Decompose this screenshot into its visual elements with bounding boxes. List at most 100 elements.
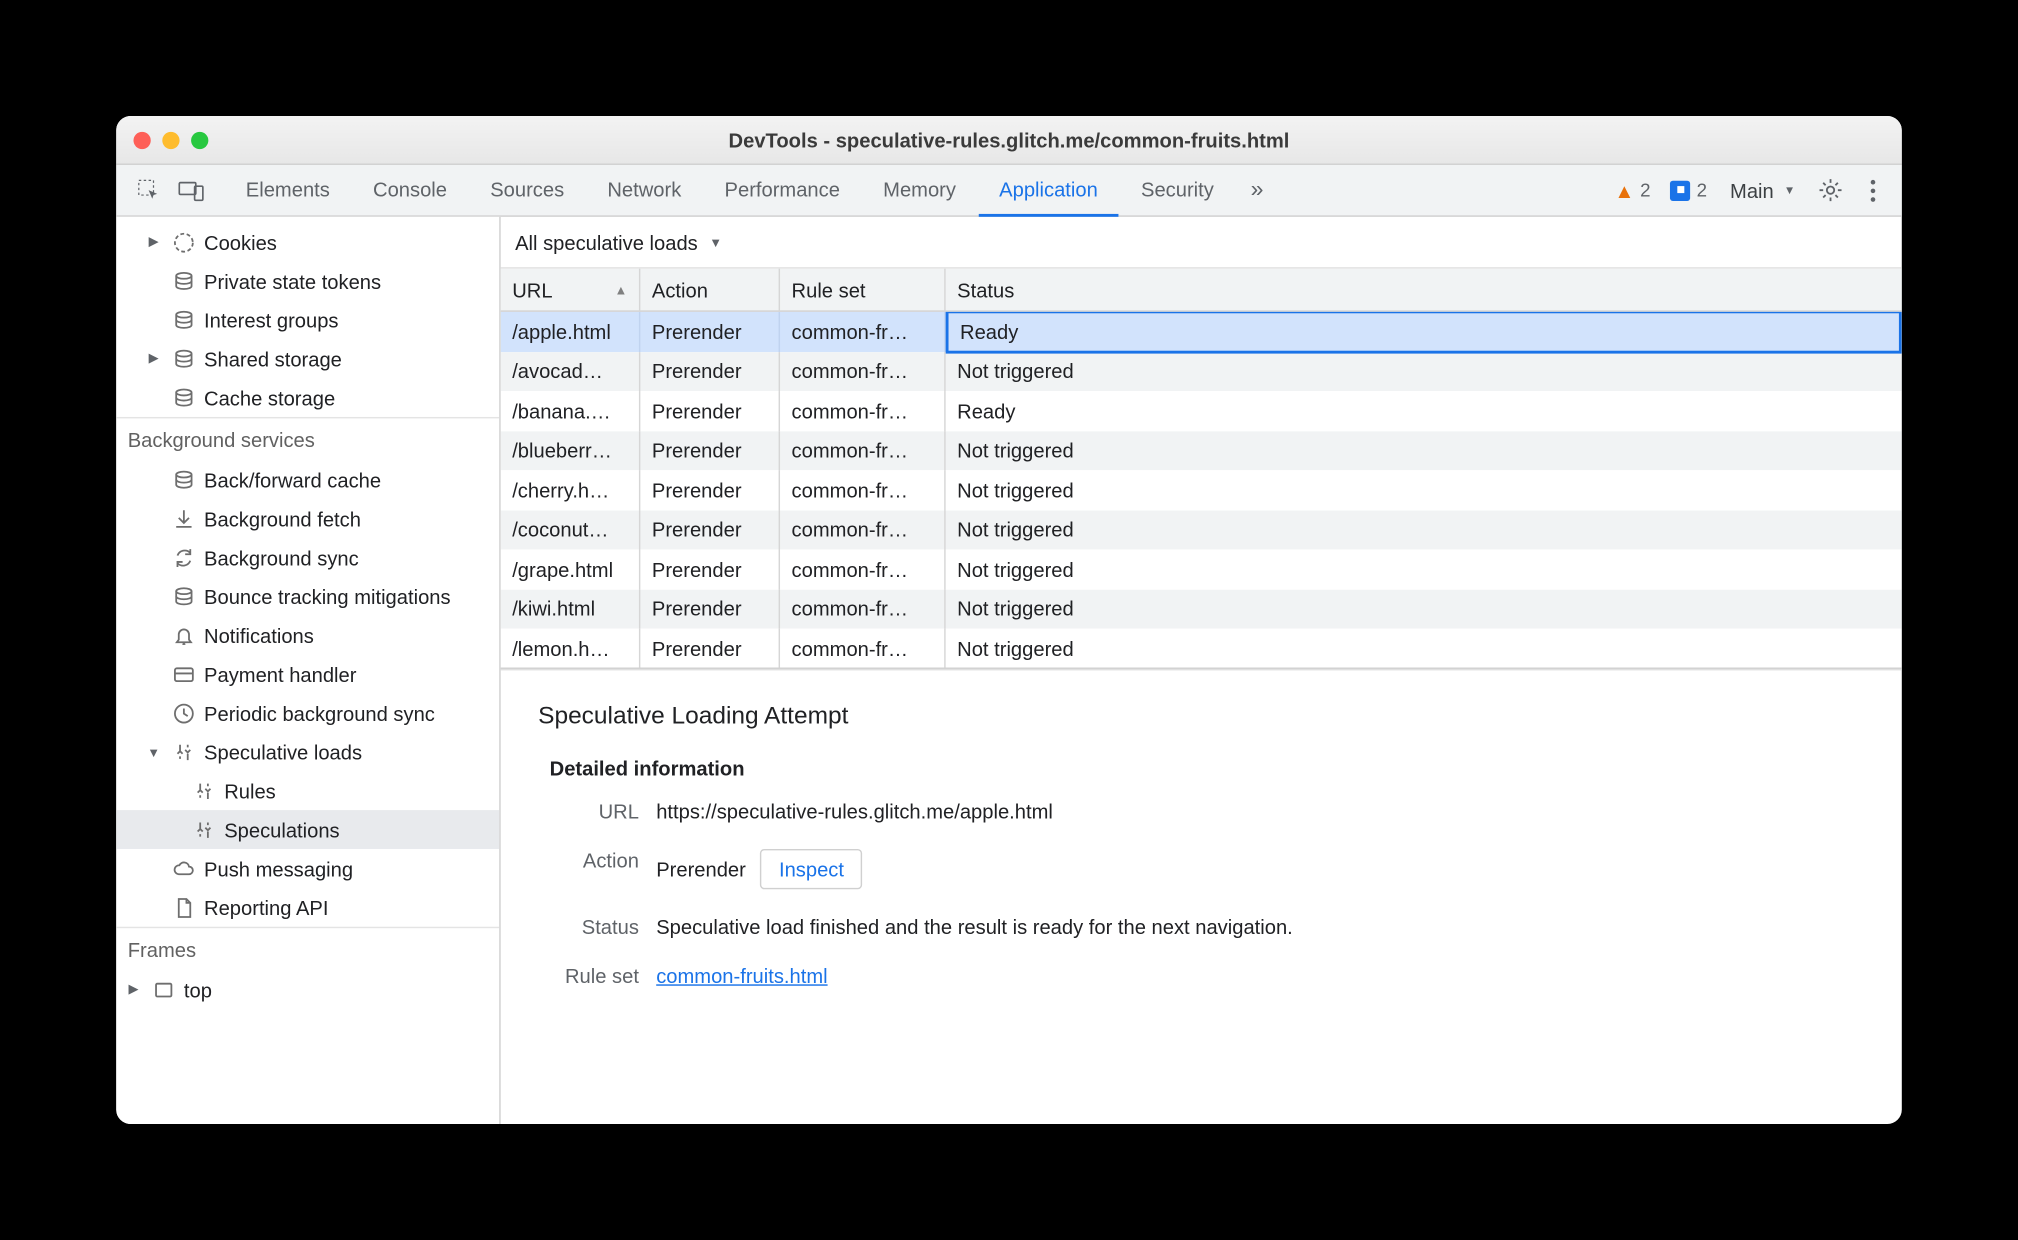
table-row[interactable]: /banana.…Prerendercommon-fr…Ready — [501, 391, 1902, 431]
table-row[interactable]: /apple.htmlPrerendercommon-fr…Ready — [501, 312, 1902, 352]
db-icon — [171, 584, 195, 608]
close-icon[interactable] — [133, 131, 150, 148]
sidebar-item[interactable]: ▼Speculative loads — [116, 732, 499, 771]
table-row[interactable]: /kiwi.htmlPrerendercommon-fr…Not trigger… — [501, 589, 1902, 629]
table-row[interactable]: /avocad…Prerendercommon-fr…Not triggered — [501, 351, 1902, 391]
table-row[interactable]: /coconut…Prerendercommon-fr…Not triggere… — [501, 510, 1902, 550]
devtools-window: DevTools - speculative-rules.glitch.me/c… — [116, 116, 1902, 1124]
detail-status-label: Status — [538, 915, 639, 938]
sidebar-item[interactable]: ▶ Cookies — [116, 223, 499, 262]
speculations-table: URL▲ Action Rule set Status /apple.htmlP… — [501, 269, 1902, 669]
settings-icon[interactable] — [1810, 170, 1850, 210]
warnings-indicator[interactable]: ▲2 — [1614, 179, 1650, 202]
cell-url: /lemon.h… — [501, 629, 641, 668]
tab-memory[interactable]: Memory — [863, 164, 976, 216]
chevron-right-icon: ▶ — [125, 981, 142, 997]
tab-sources[interactable]: Sources — [470, 164, 584, 216]
inspect-button[interactable]: Inspect — [760, 849, 862, 889]
cell-ruleset: common-fr… — [780, 431, 946, 471]
sidebar-item-label: Speculations — [224, 818, 339, 841]
detail-action-value: Prerender — [656, 858, 746, 881]
detail-ruleset-link[interactable]: common-fruits.html — [656, 964, 827, 987]
minimize-icon[interactable] — [162, 131, 179, 148]
panel-tabbar: Elements Console Sources Network Perform… — [116, 165, 1902, 217]
table-row[interactable]: /grape.htmlPrerendercommon-fr…Not trigge… — [501, 549, 1902, 589]
sidebar-item[interactable]: Interest groups — [116, 300, 499, 339]
cell-url: /blueberr… — [501, 431, 641, 471]
sidebar-item[interactable]: Background fetch — [116, 499, 499, 538]
sidebar-item[interactable]: ▶ Shared storage — [116, 339, 499, 378]
sidebar-item-label: Periodic background sync — [204, 701, 435, 724]
sidebar-item[interactable]: Bounce tracking mitigations — [116, 577, 499, 616]
cell-ruleset: common-fr… — [780, 510, 946, 550]
chevron-down-icon: ▼ — [1784, 184, 1795, 197]
sidebar-item[interactable]: Background sync — [116, 538, 499, 577]
sync-icon — [171, 545, 195, 569]
tab-application[interactable]: Application — [979, 164, 1118, 216]
inspect-element-icon[interactable] — [128, 170, 168, 210]
cell-ruleset: common-fr… — [780, 589, 946, 629]
target-selector[interactable]: Main▼ — [1730, 179, 1795, 202]
window-titlebar: DevTools - speculative-rules.glitch.me/c… — [116, 116, 1902, 165]
issues-indicator[interactable]: ■2 — [1671, 179, 1707, 201]
tab-security[interactable]: Security — [1121, 164, 1234, 216]
sidebar-item[interactable]: Back/forward cache — [116, 460, 499, 499]
sidebar-item[interactable]: Reporting API — [116, 888, 499, 927]
sidebar-item[interactable]: Notifications — [116, 616, 499, 655]
spec-icon — [191, 778, 215, 802]
chevron-right-icon: ▶ — [145, 234, 162, 250]
col-ruleset[interactable]: Rule set — [780, 269, 946, 311]
sidebar-item-label: Shared storage — [204, 347, 342, 370]
db-icon — [171, 467, 195, 491]
sidebar-item[interactable]: Cache storage — [116, 378, 499, 417]
cell-action: Prerender — [640, 351, 780, 391]
sidebar-section-frames: Frames — [116, 927, 499, 970]
cell-action: Prerender — [640, 391, 780, 431]
cell-status: Not triggered — [946, 589, 1902, 629]
bell-icon — [171, 623, 195, 647]
table-row[interactable]: /blueberr…Prerendercommon-fr…Not trigger… — [501, 431, 1902, 471]
sidebar-item-label: Rules — [224, 779, 276, 802]
cloud-icon — [171, 856, 195, 880]
device-toggle-icon[interactable] — [171, 170, 211, 210]
col-url[interactable]: URL▲ — [501, 269, 641, 311]
zoom-icon[interactable] — [191, 131, 208, 148]
sidebar-item-label: Notifications — [204, 624, 314, 647]
tab-console[interactable]: Console — [353, 164, 467, 216]
sidebar-item[interactable]: Payment handler — [116, 655, 499, 694]
col-status[interactable]: Status — [946, 269, 1902, 311]
details-title: Speculative Loading Attempt — [538, 702, 1864, 731]
chevron-right-icon: ▶ — [145, 351, 162, 367]
speculations-filter[interactable]: All speculative loads ▼ — [501, 217, 1902, 269]
tab-elements[interactable]: Elements — [226, 164, 350, 216]
cell-url: /avocad… — [501, 351, 641, 391]
fetch-icon — [171, 506, 195, 530]
spec-icon — [191, 817, 215, 841]
sidebar-section-background-services: Background services — [116, 417, 499, 460]
table-row[interactable]: /lemon.h…Prerendercommon-fr…Not triggere… — [501, 629, 1902, 668]
sidebar-item[interactable]: ▶top — [116, 970, 499, 1009]
cell-ruleset: common-fr… — [780, 629, 946, 668]
cell-action: Prerender — [640, 510, 780, 550]
sidebar-item[interactable]: Push messaging — [116, 849, 499, 888]
sidebar-item[interactable]: Private state tokens — [116, 261, 499, 300]
cell-status: Not triggered — [946, 431, 1902, 471]
more-tabs-icon[interactable]: » — [1237, 170, 1277, 210]
sidebar-item-label: Private state tokens — [204, 269, 381, 292]
table-header: URL▲ Action Rule set Status — [501, 269, 1902, 312]
doc-icon — [171, 895, 195, 919]
sidebar-item-label: Cookies — [204, 230, 277, 253]
col-action[interactable]: Action — [640, 269, 780, 311]
sidebar-item[interactable]: Rules — [116, 771, 499, 810]
tab-performance[interactable]: Performance — [704, 164, 860, 216]
kebab-menu-icon[interactable] — [1853, 170, 1893, 210]
sidebar-item[interactable]: Periodic background sync — [116, 693, 499, 732]
sidebar-item-label: Reporting API — [204, 896, 328, 919]
sidebar-item-label: Speculative loads — [204, 740, 362, 763]
cell-action: Prerender — [640, 431, 780, 471]
sidebar-item[interactable]: Speculations — [116, 810, 499, 849]
table-row[interactable]: /cherry.h…Prerendercommon-fr…Not trigger… — [501, 470, 1902, 510]
frame-icon — [151, 977, 175, 1001]
detail-ruleset-label: Rule set — [538, 964, 639, 987]
tab-network[interactable]: Network — [587, 164, 701, 216]
